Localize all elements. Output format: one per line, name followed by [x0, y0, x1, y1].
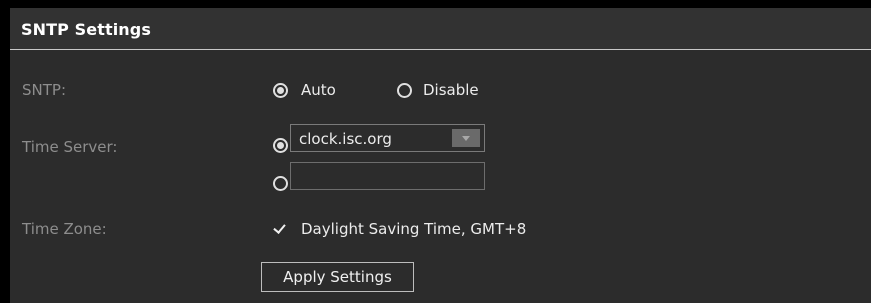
time-server-select-value: clock.isc.org — [299, 130, 392, 148]
apply-settings-button[interactable]: Apply Settings — [261, 262, 414, 292]
time-server-select[interactable]: clock.isc.org — [290, 124, 485, 152]
radio-unchecked-icon[interactable] — [273, 176, 288, 191]
time-zone-label: Time Zone: — [22, 220, 107, 238]
radio-unchecked-icon[interactable] — [397, 82, 412, 98]
sntp-auto-label: Auto — [301, 81, 336, 99]
sntp-disable-radio[interactable]: Disable — [397, 81, 479, 99]
sntp-disable-label: Disable — [423, 81, 479, 99]
daylight-saving-checkbox[interactable]: Daylight Saving Time, GMT+8 — [273, 220, 526, 238]
radio-checked-icon[interactable] — [273, 138, 288, 153]
time-server-custom-input[interactable] — [290, 162, 485, 190]
sntp-settings-panel: SNTP Settings — [10, 8, 871, 303]
time-server-custom-radio[interactable] — [273, 176, 288, 191]
daylight-saving-label: Daylight Saving Time, GMT+8 — [301, 220, 527, 238]
panel-header: SNTP Settings — [10, 8, 871, 50]
chevron-down-icon[interactable] — [452, 129, 480, 147]
radio-checked-icon[interactable] — [273, 82, 288, 98]
sntp-label: SNTP: — [22, 81, 67, 99]
time-server-label: Time Server: — [22, 138, 118, 156]
panel-title: SNTP Settings — [21, 20, 151, 39]
checkmark-icon[interactable] — [273, 222, 287, 236]
time-server-preset-radio[interactable] — [273, 138, 288, 153]
sntp-auto-radio[interactable]: Auto — [273, 81, 336, 99]
